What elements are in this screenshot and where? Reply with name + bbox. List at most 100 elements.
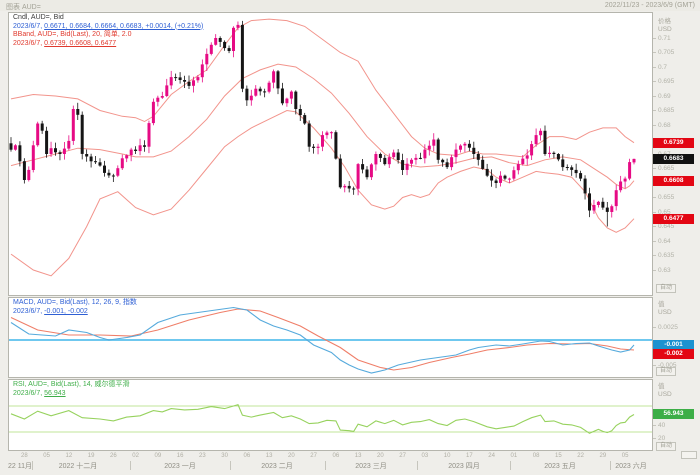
price-tick-mark (653, 255, 656, 256)
time-axis-separator (417, 461, 418, 470)
rsi-axis-title: 值 (658, 383, 665, 390)
price-tick-label: 0.705 (658, 49, 674, 56)
price-tick-mark (653, 110, 656, 111)
time-axis-month: 2023 一月 (144, 461, 216, 471)
time-axis-button[interactable] (681, 451, 697, 459)
time-axis-separator (130, 461, 131, 470)
time-axis-separator (230, 461, 231, 470)
rsi-tick-mark (653, 425, 656, 426)
price-tick-label: 0.63 (658, 267, 671, 274)
price-badge: 0.6477 (653, 214, 694, 224)
time-tick-day: 12 (63, 453, 75, 459)
rsi-axis-auto-button[interactable]: 自动 (656, 442, 676, 451)
time-axis-separator (325, 461, 326, 470)
price-tick-mark (653, 96, 656, 97)
price-tick-mark (653, 168, 656, 169)
time-tick-day: 20 (285, 453, 297, 459)
rsi-tick-mark (653, 438, 656, 439)
price-tick-mark (653, 226, 656, 227)
window-title: 图表 AUD= (6, 2, 41, 12)
time-tick-day: 30 (219, 453, 231, 459)
macd-tick-mark (653, 327, 656, 328)
legend-rsi-series[interactable]: RSI, AUD=, Bid(Last), 14, 威尔德平滑 (13, 381, 130, 390)
price-axis-unit: USD (658, 26, 672, 33)
rsi-legend: RSI, AUD=, Bid(Last), 14, 威尔德平滑 2023/6/7… (13, 381, 130, 398)
legend-macd-numbers[interactable]: -0.001, -0.002 (44, 308, 88, 315)
time-axis-month: 2023 三月 (335, 461, 407, 471)
price-tick-label: 0.655 (658, 194, 674, 201)
time-axis-month: 2023 五月 (524, 461, 596, 471)
time-tick-day: 15 (552, 453, 564, 459)
price-tick-label: 0.685 (658, 107, 674, 114)
price-tick-mark (653, 52, 656, 53)
macd-legend: MACD, AUD=, Bid(Last), 12, 26, 9, 指数 202… (13, 299, 137, 316)
time-tick-day: 22 (575, 453, 587, 459)
time-axis-month: 2022 十二月 (42, 461, 114, 471)
date-range-label: 2022/11/23 - 2023/6/9 (GMT) (605, 2, 695, 9)
legend-macd-values[interactable]: 2023/6/7, -0.001, -0.002 (13, 308, 137, 317)
macd-tick-label: 0.0025 (658, 324, 678, 331)
legend-bband-values[interactable]: 2023/6/7, 0.6739, 0.6608, 0.6477 (13, 40, 203, 49)
price-tick-mark (653, 270, 656, 271)
rsi-tick-label: 20 (658, 435, 665, 442)
time-tick-day: 05 (619, 453, 631, 459)
time-axis-month: 2023 四月 (428, 461, 500, 471)
price-tick-label: 0.695 (658, 78, 674, 85)
price-tick-mark (653, 197, 656, 198)
time-tick-day: 23 (196, 453, 208, 459)
price-tick-mark (653, 38, 656, 39)
time-axis-month: 2023 六月 (595, 461, 667, 471)
price-axis-title: 价格 (658, 18, 671, 25)
price-tick-label: 0.69 (658, 93, 671, 100)
legend-rsi-numbers[interactable]: 56.943 (44, 390, 65, 397)
time-axis-month: 2023 二月 (241, 461, 313, 471)
legend-bband-date: 2023/6/7, (13, 40, 42, 47)
price-badge: 0.6739 (653, 138, 694, 148)
macd-axis-auto-button[interactable]: 自动 (656, 367, 676, 376)
price-panel[interactable] (8, 12, 653, 296)
legend-rsi-values[interactable]: 2023/6/7, 56.943 (13, 390, 130, 399)
price-tick-label: 0.71 (658, 35, 671, 42)
macd-axis-title: 值 (658, 301, 665, 308)
price-tick-mark (653, 212, 656, 213)
time-tick-day: 13 (263, 453, 275, 459)
price-tick-mark (653, 241, 656, 242)
time-tick-day: 08 (530, 453, 542, 459)
time-tick-day: 16 (174, 453, 186, 459)
rsi-axis-unit: USD (658, 391, 672, 398)
time-tick-day: 26 (107, 453, 119, 459)
legend-bband-series[interactable]: BBand, AUD=, Bid(Last), 20, 简单, 2.0 (13, 31, 203, 40)
price-tick-label: 0.665 (658, 165, 674, 172)
legend-ohlc-values[interactable]: 2023/6/7, 0.6671, 0.6684, 0.6664, 0.6683… (13, 23, 203, 32)
price-tick-label: 0.645 (658, 223, 674, 230)
price-badge: 0.6683 (653, 154, 694, 164)
price-tick-label: 0.7 (658, 64, 667, 71)
price-tick-label: 0.64 (658, 238, 671, 245)
title-bar: 图表 AUD= 2022/11/23 - 2023/6/9 (GMT) (0, 0, 700, 11)
main-chart-legend: Cndl, AUD=, Bid 2023/6/7, 0.6671, 0.6684… (13, 14, 203, 48)
time-tick-day: 01 (508, 453, 520, 459)
time-tick-day: 27 (308, 453, 320, 459)
macd-tick-mark (653, 365, 656, 366)
legend-ohlc-numbers[interactable]: 0.6671, 0.6684, 0.6664, 0.6683, +0.0014,… (44, 23, 203, 30)
time-tick-day: 13 (352, 453, 364, 459)
time-tick-day: 02 (130, 453, 142, 459)
time-tick-day: 06 (241, 453, 253, 459)
price-tick-label: 0.635 (658, 252, 674, 259)
time-axis-separator (610, 461, 611, 470)
time-tick-day: 20 (374, 453, 386, 459)
time-tick-day: 27 (397, 453, 409, 459)
time-axis-separator (32, 461, 33, 470)
time-tick-day: 28 (18, 453, 30, 459)
time-tick-day: 10 (441, 453, 453, 459)
price-tick-label: 0.68 (658, 122, 671, 129)
time-tick-day: 06 (330, 453, 342, 459)
legend-candle-series[interactable]: Cndl, AUD=, Bid (13, 14, 203, 23)
legend-rsi-date: 2023/6/7, (13, 390, 42, 397)
legend-macd-series[interactable]: MACD, AUD=, Bid(Last), 12, 26, 9, 指数 (13, 299, 137, 308)
time-tick-day: 24 (486, 453, 498, 459)
time-tick-day: 09 (152, 453, 164, 459)
legend-bband-numbers[interactable]: 0.6739, 0.6608, 0.6477 (44, 40, 116, 47)
macd-badge: -0.002 (653, 349, 694, 359)
price-axis-auto-button[interactable]: 自动 (656, 284, 676, 293)
